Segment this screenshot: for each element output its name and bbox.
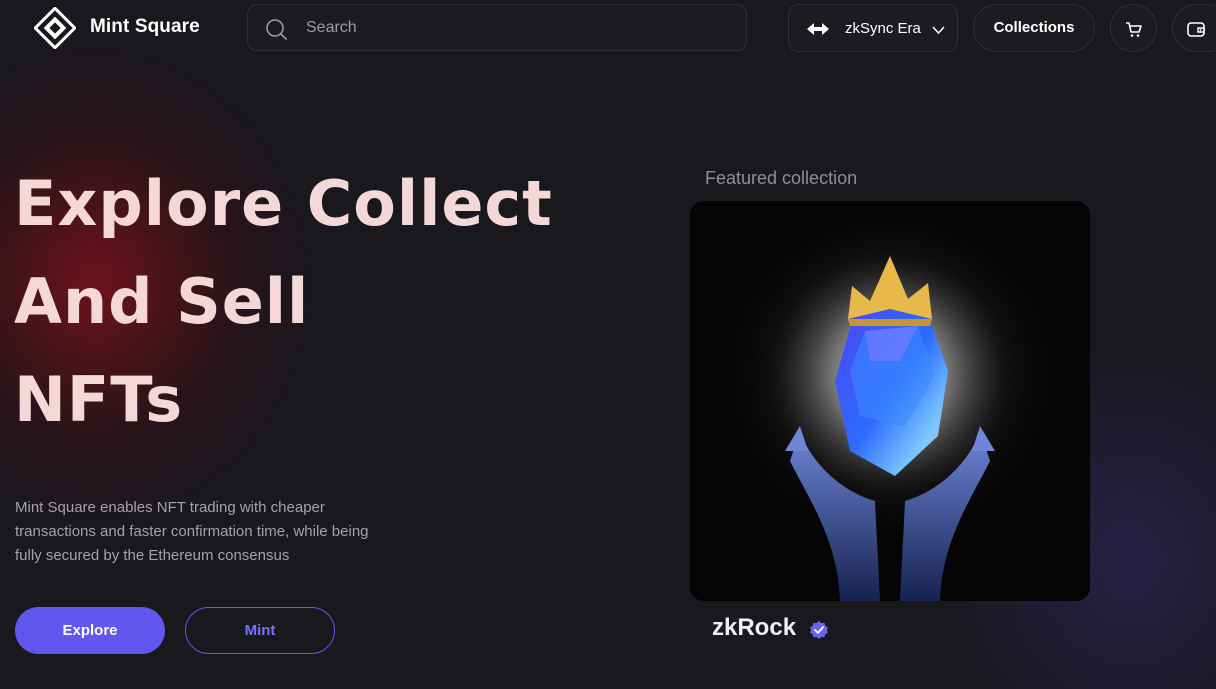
hero-title-line-1: Explore Collect bbox=[14, 167, 553, 240]
search-box[interactable] bbox=[247, 4, 747, 51]
hero-title: Explore Collect And Sell NFTs bbox=[14, 162, 574, 456]
page: Mint Square zkSync Era Collections bbox=[0, 0, 1216, 689]
verified-badge-icon bbox=[810, 621, 828, 639]
collections-button[interactable]: Collections bbox=[973, 4, 1095, 52]
featured-collection-label: Featured collection bbox=[705, 168, 858, 188]
zkrock-artwork bbox=[690, 201, 1090, 601]
zksync-arrows-icon bbox=[807, 23, 829, 35]
network-selector[interactable]: zkSync Era bbox=[788, 4, 958, 52]
collections-label: Collections bbox=[993, 19, 1075, 36]
mint-square-logo[interactable] bbox=[34, 7, 76, 49]
wallet-icon bbox=[1187, 22, 1205, 37]
wallet-button[interactable] bbox=[1172, 4, 1216, 52]
search-icon bbox=[266, 19, 287, 40]
featured-collection-name[interactable]: zkRock bbox=[712, 614, 796, 642]
chevron-down-icon bbox=[932, 26, 945, 35]
cart-icon bbox=[1126, 22, 1142, 37]
mint-button[interactable]: Mint bbox=[185, 607, 335, 654]
hero-title-line-2: And Sell bbox=[14, 265, 310, 338]
featured-collection-image[interactable] bbox=[690, 201, 1090, 601]
top-nav: Mint Square zkSync Era Collections bbox=[0, 0, 1216, 56]
explore-button[interactable]: Explore bbox=[15, 607, 165, 654]
search-input[interactable] bbox=[306, 15, 726, 41]
cart-button[interactable] bbox=[1110, 4, 1157, 52]
hero-title-line-3: NFTs bbox=[14, 363, 184, 436]
hero-description: Mint Square enables NFT trading with che… bbox=[15, 499, 369, 564]
brand-name[interactable]: Mint Square bbox=[90, 16, 200, 38]
network-label: zkSync Era bbox=[845, 20, 921, 37]
